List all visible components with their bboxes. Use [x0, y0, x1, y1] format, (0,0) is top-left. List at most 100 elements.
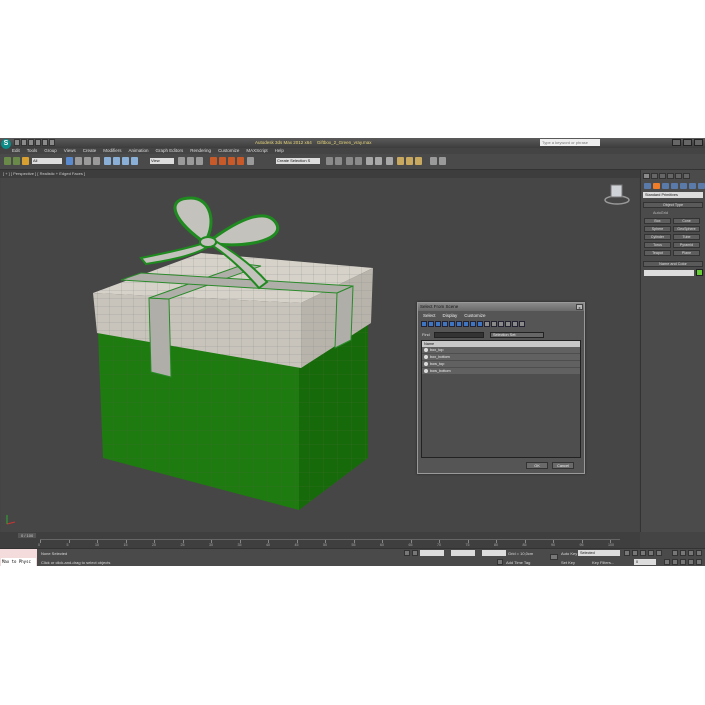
create-tab-icon[interactable]: [643, 173, 650, 179]
modify-tab-icon[interactable]: [651, 173, 658, 179]
pivot-center-icon[interactable]: [178, 157, 185, 165]
unlink-icon[interactable]: [13, 157, 20, 165]
list-item[interactable]: box_top: [422, 347, 580, 353]
display-spacewarps-icon[interactable]: [456, 321, 462, 327]
add-time-tag[interactable]: Add Time Tag: [506, 560, 530, 565]
current-frame-field[interactable]: 0: [634, 559, 656, 565]
primitive-type-dropdown[interactable]: Standard Primitives: [643, 192, 703, 198]
display-helpers-icon[interactable]: [449, 321, 455, 327]
display-invert-icon[interactable]: [498, 321, 504, 327]
perspective-viewport[interactable]: Select From Scene x Select Display Customi…: [1, 178, 639, 532]
systems-icon[interactable]: [698, 183, 705, 189]
pin-icon[interactable]: [519, 321, 525, 327]
cone-button[interactable]: Cone: [673, 218, 700, 224]
filter-icon[interactable]: [512, 321, 518, 327]
redo-icon[interactable]: [42, 139, 48, 146]
geosphere-button[interactable]: GeoSphere: [673, 226, 700, 232]
find-input[interactable]: [434, 332, 484, 338]
display-cameras-icon[interactable]: [442, 321, 448, 327]
dialog-menu-select[interactable]: Select: [423, 313, 436, 318]
name-and-color-rollout[interactable]: Name and Color: [643, 261, 703, 267]
minimize-button[interactable]: [672, 139, 681, 146]
space-warps-icon[interactable]: [689, 183, 696, 189]
display-groups-icon[interactable]: [463, 321, 469, 327]
selection-set-dropdown[interactable]: Selection Set:: [490, 332, 544, 338]
list-item[interactable]: bow_top: [422, 361, 580, 367]
field-of-view-icon[interactable]: [672, 559, 678, 565]
time-config-icon[interactable]: [664, 559, 670, 565]
app-logo-icon[interactable]: S: [1, 139, 11, 149]
mirror-icon[interactable]: [326, 157, 333, 165]
maximize-viewport-icon[interactable]: [696, 559, 702, 565]
percent-snap-icon[interactable]: [228, 157, 235, 165]
select-manipulate-icon-2[interactable]: [187, 157, 194, 165]
motion-tab-icon[interactable]: [667, 173, 674, 179]
plane-button[interactable]: Plane: [673, 250, 700, 256]
render-iterative-icon[interactable]: [439, 157, 446, 165]
geometry-icon[interactable]: [644, 183, 651, 189]
list-item[interactable]: bow_bottom: [422, 368, 580, 374]
dialog-menu-display[interactable]: Display: [443, 313, 458, 318]
auto-key-button[interactable]: Auto Key: [561, 551, 577, 556]
key-filters-button[interactable]: Key Filters...: [592, 560, 614, 565]
undo-icon[interactable]: [35, 139, 41, 146]
dialog-menu-customize[interactable]: Customize: [464, 313, 485, 318]
object-name-field[interactable]: [644, 270, 694, 276]
display-shapes-icon[interactable]: [428, 321, 434, 327]
new-file-icon[interactable]: [14, 139, 20, 146]
snap-toggle-icon[interactable]: [210, 157, 217, 165]
selection-region-icon[interactable]: [84, 157, 91, 165]
lights-icon[interactable]: [662, 183, 669, 189]
maxscript-listener[interactable]: Max to Physc: [0, 549, 37, 566]
shapes-icon[interactable]: [653, 183, 660, 189]
named-selection-dropdown[interactable]: Create Selection S: [276, 158, 320, 164]
next-frame-icon[interactable]: [648, 550, 654, 556]
open-file-icon[interactable]: [21, 139, 27, 146]
utilities-tab-icon[interactable]: [683, 173, 690, 179]
window-crossing-icon[interactable]: [93, 157, 100, 165]
project-folder-icon[interactable]: [49, 139, 55, 146]
previous-frame-icon[interactable]: [632, 550, 638, 556]
zoom-extents-all-icon[interactable]: [696, 550, 702, 556]
rendered-frame-window-icon[interactable]: [406, 157, 413, 165]
maxscript-input[interactable]: Max to Physc: [1, 558, 36, 566]
keyboard-shortcut-icon[interactable]: [196, 157, 203, 165]
key-selection-dropdown[interactable]: Selected: [578, 550, 620, 556]
object-type-rollout[interactable]: Object Type: [643, 202, 703, 208]
render-setup-icon[interactable]: [397, 157, 404, 165]
time-tag-icon[interactable]: [497, 559, 503, 565]
time-slider[interactable]: 0 / 100: [18, 533, 37, 538]
curve-editor-icon[interactable]: [366, 157, 373, 165]
display-bones-icon[interactable]: [477, 321, 483, 327]
ok-button[interactable]: OK: [526, 462, 548, 469]
pan-view-icon[interactable]: [680, 559, 686, 565]
select-object-icon[interactable]: [66, 157, 73, 165]
dialog-close-button[interactable]: x: [576, 304, 583, 310]
timeline-scale[interactable]: 0 5 10 15 20 25 30 35 40 45 50 55 60 65 70 75 80 85 90 95 10…: [38, 539, 620, 548]
rotate-icon[interactable]: [113, 157, 120, 165]
spinner-snap-icon[interactable]: [237, 157, 244, 165]
zoom-icon[interactable]: [672, 550, 678, 556]
play-icon[interactable]: [640, 550, 646, 556]
set-key-button[interactable]: Set Key: [561, 560, 575, 565]
display-xrefs-icon[interactable]: [470, 321, 476, 327]
display-all-icon[interactable]: [484, 321, 490, 327]
lock-selection-icon[interactable]: [404, 550, 410, 556]
align-icon[interactable]: [335, 157, 342, 165]
render-production-icon[interactable]: [415, 157, 422, 165]
absolute-mode-icon[interactable]: [412, 550, 418, 556]
sync-selection-icon[interactable]: [505, 321, 511, 327]
object-list[interactable]: Name box_top box_bottom bow_top bow_bott…: [421, 340, 581, 458]
layer-manager-icon[interactable]: [346, 157, 353, 165]
torus-button[interactable]: Torus: [644, 242, 671, 248]
pyramid-button[interactable]: Pyramid: [673, 242, 700, 248]
go-to-end-icon[interactable]: [656, 550, 662, 556]
go-to-start-icon[interactable]: [624, 550, 630, 556]
tube-button[interactable]: Tube: [673, 234, 700, 240]
list-item[interactable]: box_bottom: [422, 354, 580, 360]
display-tab-icon[interactable]: [675, 173, 682, 179]
bind-space-warp-icon[interactable]: [22, 157, 29, 165]
cancel-button[interactable]: Cancel: [552, 462, 574, 469]
orbit-icon[interactable]: [688, 559, 694, 565]
search-input[interactable]: Type a keyword or phrase: [540, 139, 600, 146]
